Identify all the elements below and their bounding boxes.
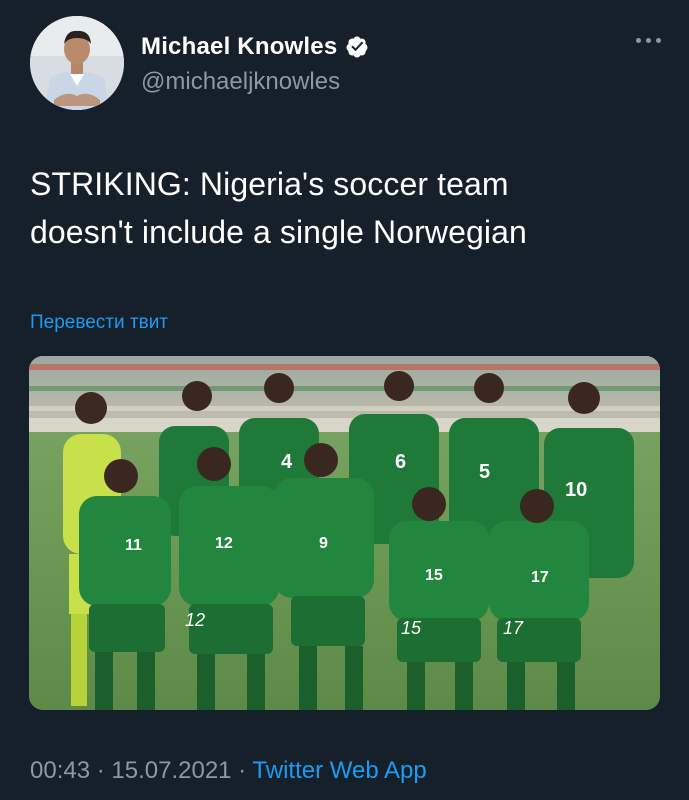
jersey-number: 5 xyxy=(479,461,490,483)
meta-separator: · xyxy=(90,757,112,784)
jersey-number: 17 xyxy=(531,569,549,586)
jersey-number: 6 xyxy=(395,451,406,473)
tweet-text-line: doesn't include a single Norwegian xyxy=(30,214,527,250)
tweet-source-link[interactable]: Twitter Web App xyxy=(252,757,426,784)
tweet-time[interactable]: 00:43 xyxy=(30,757,90,784)
jersey-number: 9 xyxy=(319,535,328,552)
jersey-number: 10 xyxy=(565,479,587,501)
tweet-meta: 00:43 · 15.07.2021 · Twitter Web App xyxy=(30,757,427,785)
translate-tweet-link[interactable]: Перевести твит xyxy=(30,312,168,334)
tweet-photo[interactable]: 4 6 5 10 11 12 9 15 17 12 15 17 xyxy=(29,356,660,710)
jersey-number: 12 xyxy=(215,535,233,552)
jersey-number: 11 xyxy=(125,537,142,554)
tweet-date[interactable]: 15.07.2021 xyxy=(111,757,231,784)
verified-badge-icon xyxy=(346,36,368,58)
shorts-number: 17 xyxy=(503,618,524,638)
meta-separator: · xyxy=(231,757,253,784)
jersey-number: 15 xyxy=(425,567,443,584)
author-handle[interactable]: @michaeljknowles xyxy=(141,68,340,96)
dot xyxy=(656,38,661,43)
dot xyxy=(646,38,651,43)
more-options-icon[interactable] xyxy=(636,38,661,43)
avatar[interactable] xyxy=(30,16,124,110)
author-name-row[interactable]: Michael Knowles xyxy=(141,33,369,61)
avatar-image xyxy=(30,16,124,110)
dot xyxy=(636,38,641,43)
jersey-number: 4 xyxy=(281,451,293,473)
tweet-text: STRIKING: Nigeria's soccer team doesn't … xyxy=(30,160,660,256)
shorts-number: 15 xyxy=(401,618,422,638)
team-photo-image: 4 6 5 10 11 12 9 15 17 12 15 17 xyxy=(29,356,660,710)
tweet-text-line: STRIKING: Nigeria's soccer team xyxy=(30,166,509,202)
author-display-name[interactable]: Michael Knowles xyxy=(141,33,337,61)
shorts-number: 12 xyxy=(185,610,205,630)
